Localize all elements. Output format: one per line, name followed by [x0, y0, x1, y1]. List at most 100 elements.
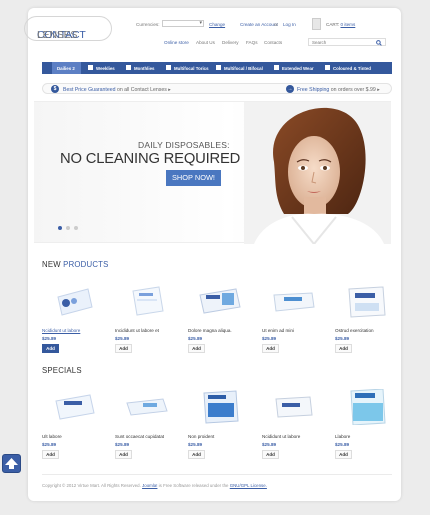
free-shipping-highlight: Free Shipping	[297, 86, 330, 93]
product-image[interactable]	[196, 283, 244, 319]
product-name[interactable]: Ncididunt ut labore	[262, 434, 332, 439]
product-name[interactable]: Dolore magna aliqua.	[188, 328, 258, 333]
add-to-cart-button[interactable]: Add	[262, 344, 279, 353]
login-link[interactable]: Log In	[283, 22, 296, 27]
shop-now-button[interactable]: SHOP NOW!	[166, 170, 221, 186]
menu-item-multifocal[interactable]: Multifocal / Bifocal	[216, 62, 263, 74]
add-to-cart-button[interactable]: Add	[335, 344, 352, 353]
footer-copyright: Copyright © 2012 Virtue Mart. All Rights…	[42, 483, 267, 488]
joomla-link[interactable]: Joomla!	[142, 483, 157, 488]
product-price: $25.89	[262, 442, 277, 447]
nav-faqs[interactable]: FAQs	[246, 40, 258, 45]
nav-delivery[interactable]: Delivery	[222, 40, 239, 45]
best-price-text: Best Price Guaranteed on all Contact Len…	[63, 86, 171, 93]
license-text: is Free Software released under the	[158, 483, 229, 488]
product-image[interactable]	[270, 283, 318, 319]
add-to-cart-button[interactable]: Add	[188, 450, 205, 459]
product-image[interactable]	[123, 283, 171, 319]
slider-dot-3[interactable]	[74, 226, 78, 230]
product-name[interactable]: Sunt occaecat cupidatat	[115, 434, 185, 439]
change-currency-link[interactable]: Change	[209, 22, 225, 27]
new-products-heading: NEW PRODUCTS	[42, 260, 109, 269]
menu-item-coloured[interactable]: Coloured & Tinted	[325, 62, 371, 74]
search-input[interactable]: Search	[308, 38, 386, 46]
slider-dot-1[interactable]	[58, 226, 62, 230]
add-to-cart-button[interactable]: Add	[188, 344, 205, 353]
logo[interactable]: CONTACT LENSES	[24, 16, 112, 41]
menu-item-monthlies[interactable]: Monthlies	[126, 62, 155, 74]
back-to-top-button[interactable]	[2, 454, 21, 473]
product-name[interactable]: Ut enim ad mini	[262, 328, 332, 333]
menu-label: Dailies 2	[57, 65, 75, 71]
heading-part: PRODUCTS	[63, 260, 109, 269]
specials-heading: SPECIALS	[42, 366, 82, 375]
add-to-cart-button[interactable]: Add	[262, 450, 279, 459]
best-price-highlight: Best Price Guaranteed	[63, 86, 116, 93]
add-to-cart-button[interactable]: Add	[42, 344, 59, 353]
hero-slider[interactable]: DAILY DISPOSABLES: NO CLEANING REQUIRED …	[34, 101, 391, 244]
main-menu: Dailies 2 Weeklies Monthlies Multifocal …	[42, 62, 392, 74]
menu-item-torics[interactable]: Multifocal Torics	[166, 62, 209, 74]
product-price: $25.89	[262, 336, 277, 341]
footer-divider	[42, 474, 392, 475]
cart-label: CART:	[326, 22, 340, 27]
search-icon[interactable]	[376, 40, 382, 46]
product-image[interactable]	[50, 283, 98, 319]
add-to-cart-button[interactable]: Add	[42, 450, 59, 459]
currencies-label: Currencies:	[136, 22, 160, 27]
menu-label: Multifocal / Bifocal	[224, 65, 263, 71]
menu-label: Multifocal Torics	[174, 65, 209, 71]
product-name[interactable]: Ult labore	[42, 434, 112, 439]
nav-contacts[interactable]: Contacts	[264, 40, 282, 45]
free-shipping-rest: on orders over $.99	[330, 86, 376, 93]
menu-label: Monthlies	[134, 65, 155, 71]
info-bar: $ Best Price Guaranteed on all Contact L…	[42, 83, 392, 94]
product-name[interactable]: Non proident	[188, 434, 258, 439]
product-price: $25.89	[188, 442, 203, 447]
header-topbar: Currencies: Change Create an Account or …	[136, 18, 366, 32]
page-container	[28, 8, 401, 501]
menu-bullet-icon	[166, 65, 171, 70]
product-image[interactable]	[343, 283, 391, 319]
nav-online-store[interactable]: Online store	[164, 40, 189, 45]
copyright-text: Copyright © 2012 Virtue Mart. All Rights…	[42, 483, 141, 488]
cart-count[interactable]: 0 items	[340, 22, 355, 27]
cart-icon[interactable]	[312, 18, 321, 30]
product-image[interactable]	[196, 389, 244, 425]
hero-title: NO CLEANING REQUIRED	[60, 151, 241, 167]
slider-dot-2[interactable]	[66, 226, 70, 230]
menu-item-weeklies[interactable]: Weeklies	[88, 62, 115, 74]
product-name[interactable]: Incididunt ut labore et	[115, 328, 185, 333]
product-image[interactable]	[50, 389, 98, 425]
create-account-link[interactable]: Create an Account	[240, 22, 278, 27]
product-name[interactable]: Ncididunt ut labore	[42, 328, 112, 333]
menu-label: Coloured & Tinted	[333, 65, 371, 71]
search-placeholder: Search	[312, 40, 327, 45]
nav-about-us[interactable]: About Us	[196, 40, 215, 45]
product-name[interactable]: Llabore	[335, 434, 405, 439]
add-to-cart-button[interactable]: Add	[115, 450, 132, 459]
product-image[interactable]	[343, 389, 391, 425]
product-image[interactable]	[270, 389, 318, 425]
cart-summary[interactable]: CART: 0 items	[326, 22, 355, 27]
add-to-cart-button[interactable]: Add	[335, 450, 352, 459]
product-price: $25.89	[335, 336, 350, 341]
heading-part: NEW	[42, 260, 61, 269]
menu-item-extended-wear[interactable]: Extended Wear	[274, 62, 314, 74]
best-price-rest: on all Contact Lenses	[116, 86, 167, 93]
product-price: $25.89	[42, 336, 57, 341]
gpl-license-link[interactable]: GNU/GPL License.	[230, 483, 267, 488]
product-name[interactable]: Ostrud exercitation	[335, 328, 405, 333]
menu-bullet-icon	[216, 65, 221, 70]
shipping-arrow-icon: →	[286, 85, 294, 93]
add-to-cart-button[interactable]: Add	[115, 344, 132, 353]
menu-item-dailies[interactable]: Dailies 2	[52, 62, 81, 74]
menu-bullet-icon	[126, 65, 131, 70]
product-image[interactable]	[123, 389, 171, 425]
menu-label: Extended Wear	[282, 65, 314, 71]
product-price: $25.89	[115, 442, 130, 447]
menu-label: Weeklies	[96, 65, 115, 71]
currency-select[interactable]	[162, 20, 204, 27]
hero-model-image	[244, 102, 391, 244]
menu-bullet-icon	[88, 65, 93, 70]
